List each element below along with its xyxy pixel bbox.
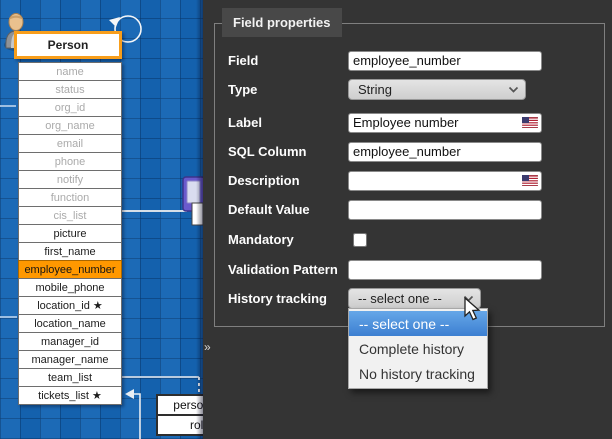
entity-field-first-name[interactable]: first_name [18, 242, 122, 261]
description-input[interactable] [348, 171, 542, 191]
entity-field-manager-name[interactable]: manager_name [18, 350, 122, 369]
history-tracking-select[interactable]: -- select one -- [348, 288, 481, 309]
default-value-label: Default Value [228, 202, 348, 217]
entity-field-location-name[interactable]: location_name [18, 314, 122, 333]
entity-person-header[interactable]: Person [14, 31, 122, 59]
entity-field-email[interactable]: email [18, 134, 122, 153]
type-select[interactable]: String [348, 79, 526, 100]
entity-field-team-list[interactable]: team_list [18, 368, 122, 387]
panel-expand-icon[interactable]: » [204, 340, 211, 354]
sql-column-label: SQL Column [228, 144, 348, 159]
type-select-value: String [358, 82, 508, 97]
entity-person-field-list: name status org_id org_name email phone … [18, 62, 122, 405]
diagram-canvas[interactable]: Person name status org_id org_name email… [0, 0, 203, 439]
validation-pattern-input[interactable] [348, 260, 542, 280]
description-label: Description [228, 173, 348, 188]
entity-field-phone[interactable]: phone [18, 152, 122, 171]
field-row: Field [228, 50, 542, 71]
mandatory-row: Mandatory [228, 229, 367, 250]
history-tracking-row: History tracking -- select one -- [228, 288, 481, 309]
sql-column-row: SQL Column [228, 141, 542, 162]
history-tracking-select-value: -- select one -- [358, 291, 463, 306]
label-row: Label [228, 112, 542, 133]
mandatory-label: Mandatory [228, 232, 348, 247]
entity-field-function[interactable]: function [18, 188, 122, 207]
entity-field-picture[interactable]: picture [18, 224, 122, 243]
computer-icon [183, 177, 203, 225]
dropdown-option-no-history-tracking[interactable]: No history tracking [349, 361, 487, 386]
mandatory-checkbox[interactable] [353, 233, 367, 247]
label-input[interactable] [348, 113, 542, 133]
field-label: Field [228, 53, 348, 68]
app-window: Person name status org_id org_name email… [0, 0, 612, 439]
dropdown-option-select-one[interactable]: -- select one -- [349, 311, 487, 336]
default-value-input[interactable] [348, 200, 542, 220]
validation-pattern-label: Validation Pattern [228, 262, 348, 277]
entity-field-cis-list[interactable]: cis_list [18, 206, 122, 225]
entity-bottom-field-role[interactable]: role [156, 414, 203, 436]
entity-field-manager-id[interactable]: manager_id [18, 332, 122, 351]
chevron-down-icon [463, 295, 474, 302]
entity-field-name[interactable]: name [18, 62, 122, 81]
validation-pattern-row: Validation Pattern [228, 259, 542, 280]
sql-column-input[interactable] [348, 142, 542, 162]
dropdown-option-complete-history[interactable]: Complete history [349, 336, 487, 361]
entity-field-status[interactable]: status [18, 80, 122, 99]
tab-field-properties[interactable]: Field properties [222, 8, 342, 37]
history-tracking-label: History tracking [228, 291, 348, 306]
history-tracking-dropdown-list: -- select one -- Complete history No his… [348, 308, 488, 389]
entity-field-tickets-list[interactable]: tickets_list ★ [18, 386, 122, 405]
field-input[interactable] [348, 51, 542, 71]
entity-field-org-name[interactable]: org_name [18, 116, 122, 135]
entity-field-location-id[interactable]: location_id ★ [18, 296, 122, 315]
us-flag-icon [522, 175, 538, 186]
entity-field-mobile-phone[interactable]: mobile_phone [18, 278, 122, 297]
entity-field-org-id[interactable]: org_id [18, 98, 122, 117]
us-flag-icon [522, 117, 538, 128]
entity-field-employee-number-selected[interactable]: employee_number [18, 260, 122, 279]
chevron-down-icon [508, 86, 519, 93]
type-label: Type [228, 82, 348, 97]
default-value-row: Default Value [228, 199, 542, 220]
label-label: Label [228, 115, 348, 130]
description-row: Description [228, 170, 542, 191]
entity-field-notify[interactable]: notify [18, 170, 122, 189]
field-properties-panel: » Field properties Field Type String Lab… [203, 0, 612, 439]
entity-bottom-field-person[interactable]: person [156, 394, 203, 416]
type-row: Type String [228, 79, 526, 100]
